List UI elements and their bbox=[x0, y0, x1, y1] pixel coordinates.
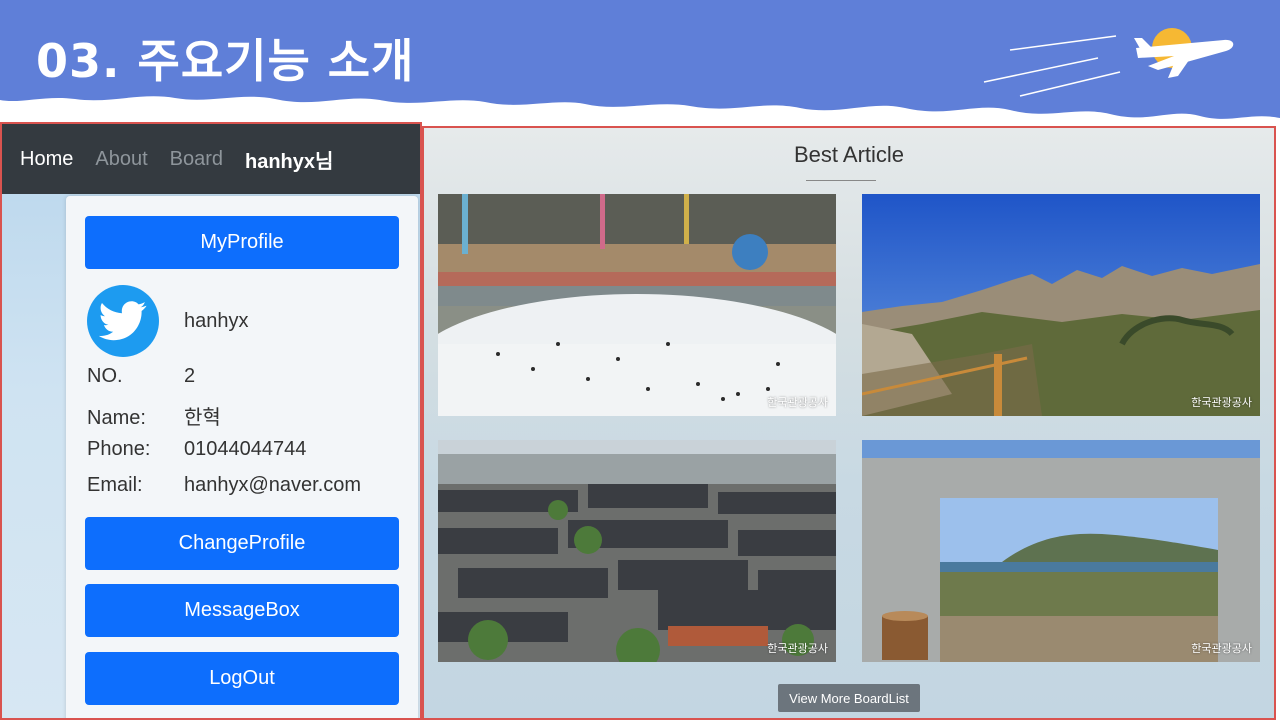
airplane-sun-icon bbox=[1134, 28, 1234, 78]
article-card-hanok[interactable]: 한국관광공사 bbox=[438, 440, 836, 662]
rocky-mountain-photo bbox=[862, 194, 1260, 416]
speed-lines-icon bbox=[983, 35, 1121, 97]
profile-panel: Home About Board hanhyx님 MyProfile hanhy… bbox=[0, 122, 422, 720]
info-value: 한혁 bbox=[184, 407, 221, 429]
info-value: 2 bbox=[184, 365, 196, 387]
info-row-name: Name: 한혁 bbox=[87, 401, 221, 430]
article-card-mountain[interactable]: 한국관광공사 bbox=[862, 194, 1260, 416]
nav-about[interactable]: About bbox=[95, 148, 147, 171]
nav-board[interactable]: Board bbox=[170, 148, 223, 171]
indoor-ice-rink-photo bbox=[438, 194, 836, 416]
slide-title: 03. 주요기능 소개 bbox=[36, 34, 415, 88]
messagebox-button[interactable]: MessageBox bbox=[85, 584, 399, 637]
logout-button[interactable]: LogOut bbox=[85, 652, 399, 705]
nav-user[interactable]: hanhyx님 bbox=[245, 145, 333, 174]
photo-watermark: 한국관광공사 bbox=[1191, 642, 1252, 655]
twitter-bird-icon bbox=[99, 301, 147, 341]
navbar: Home About Board hanhyx님 bbox=[2, 124, 420, 194]
info-label: Email: bbox=[87, 474, 143, 496]
title-underline bbox=[806, 180, 876, 181]
info-row-no: NO. 2 bbox=[87, 365, 195, 388]
article-card-seaside[interactable]: 한국관광공사 bbox=[862, 440, 1260, 662]
profile-card: MyProfile hanhyx NO. 2 Name: 한혁 Phone: 0104… bbox=[66, 196, 418, 718]
info-row-email: Email: hanhyx@naver.com bbox=[87, 474, 361, 497]
photo-watermark: 한국관광공사 bbox=[767, 396, 828, 409]
best-article-panel: Best Article 한국관광공사 한국관광공사 한국관광공사 한국관광공사… bbox=[422, 126, 1276, 720]
nav-home[interactable]: Home bbox=[20, 148, 73, 171]
slide-header: 03. 주요기능 소개 bbox=[0, 0, 1280, 125]
info-value: hanhyx@naver.com bbox=[184, 474, 362, 496]
info-value: 01044044744 bbox=[184, 438, 307, 460]
info-label: Phone: bbox=[87, 438, 151, 460]
myprofile-button[interactable]: MyProfile bbox=[85, 216, 399, 269]
best-article-title: Best Article bbox=[793, 142, 905, 167]
info-row-phone: Phone: 01044044744 bbox=[87, 438, 306, 461]
hanok-village-photo bbox=[438, 440, 836, 662]
info-label: NO. bbox=[87, 365, 123, 387]
profile-username: hanhyx bbox=[184, 310, 249, 332]
article-card-ice-rink[interactable]: 한국관광공사 bbox=[438, 194, 836, 416]
seaside-frame-photo bbox=[862, 440, 1260, 662]
photo-watermark: 한국관광공사 bbox=[767, 642, 828, 655]
photo-watermark: 한국관광공사 bbox=[1191, 396, 1252, 409]
info-label: Name: bbox=[87, 407, 146, 429]
change-profile-button[interactable]: ChangeProfile bbox=[85, 517, 399, 570]
view-more-button[interactable]: View More BoardList bbox=[778, 684, 920, 712]
avatar bbox=[87, 285, 159, 357]
